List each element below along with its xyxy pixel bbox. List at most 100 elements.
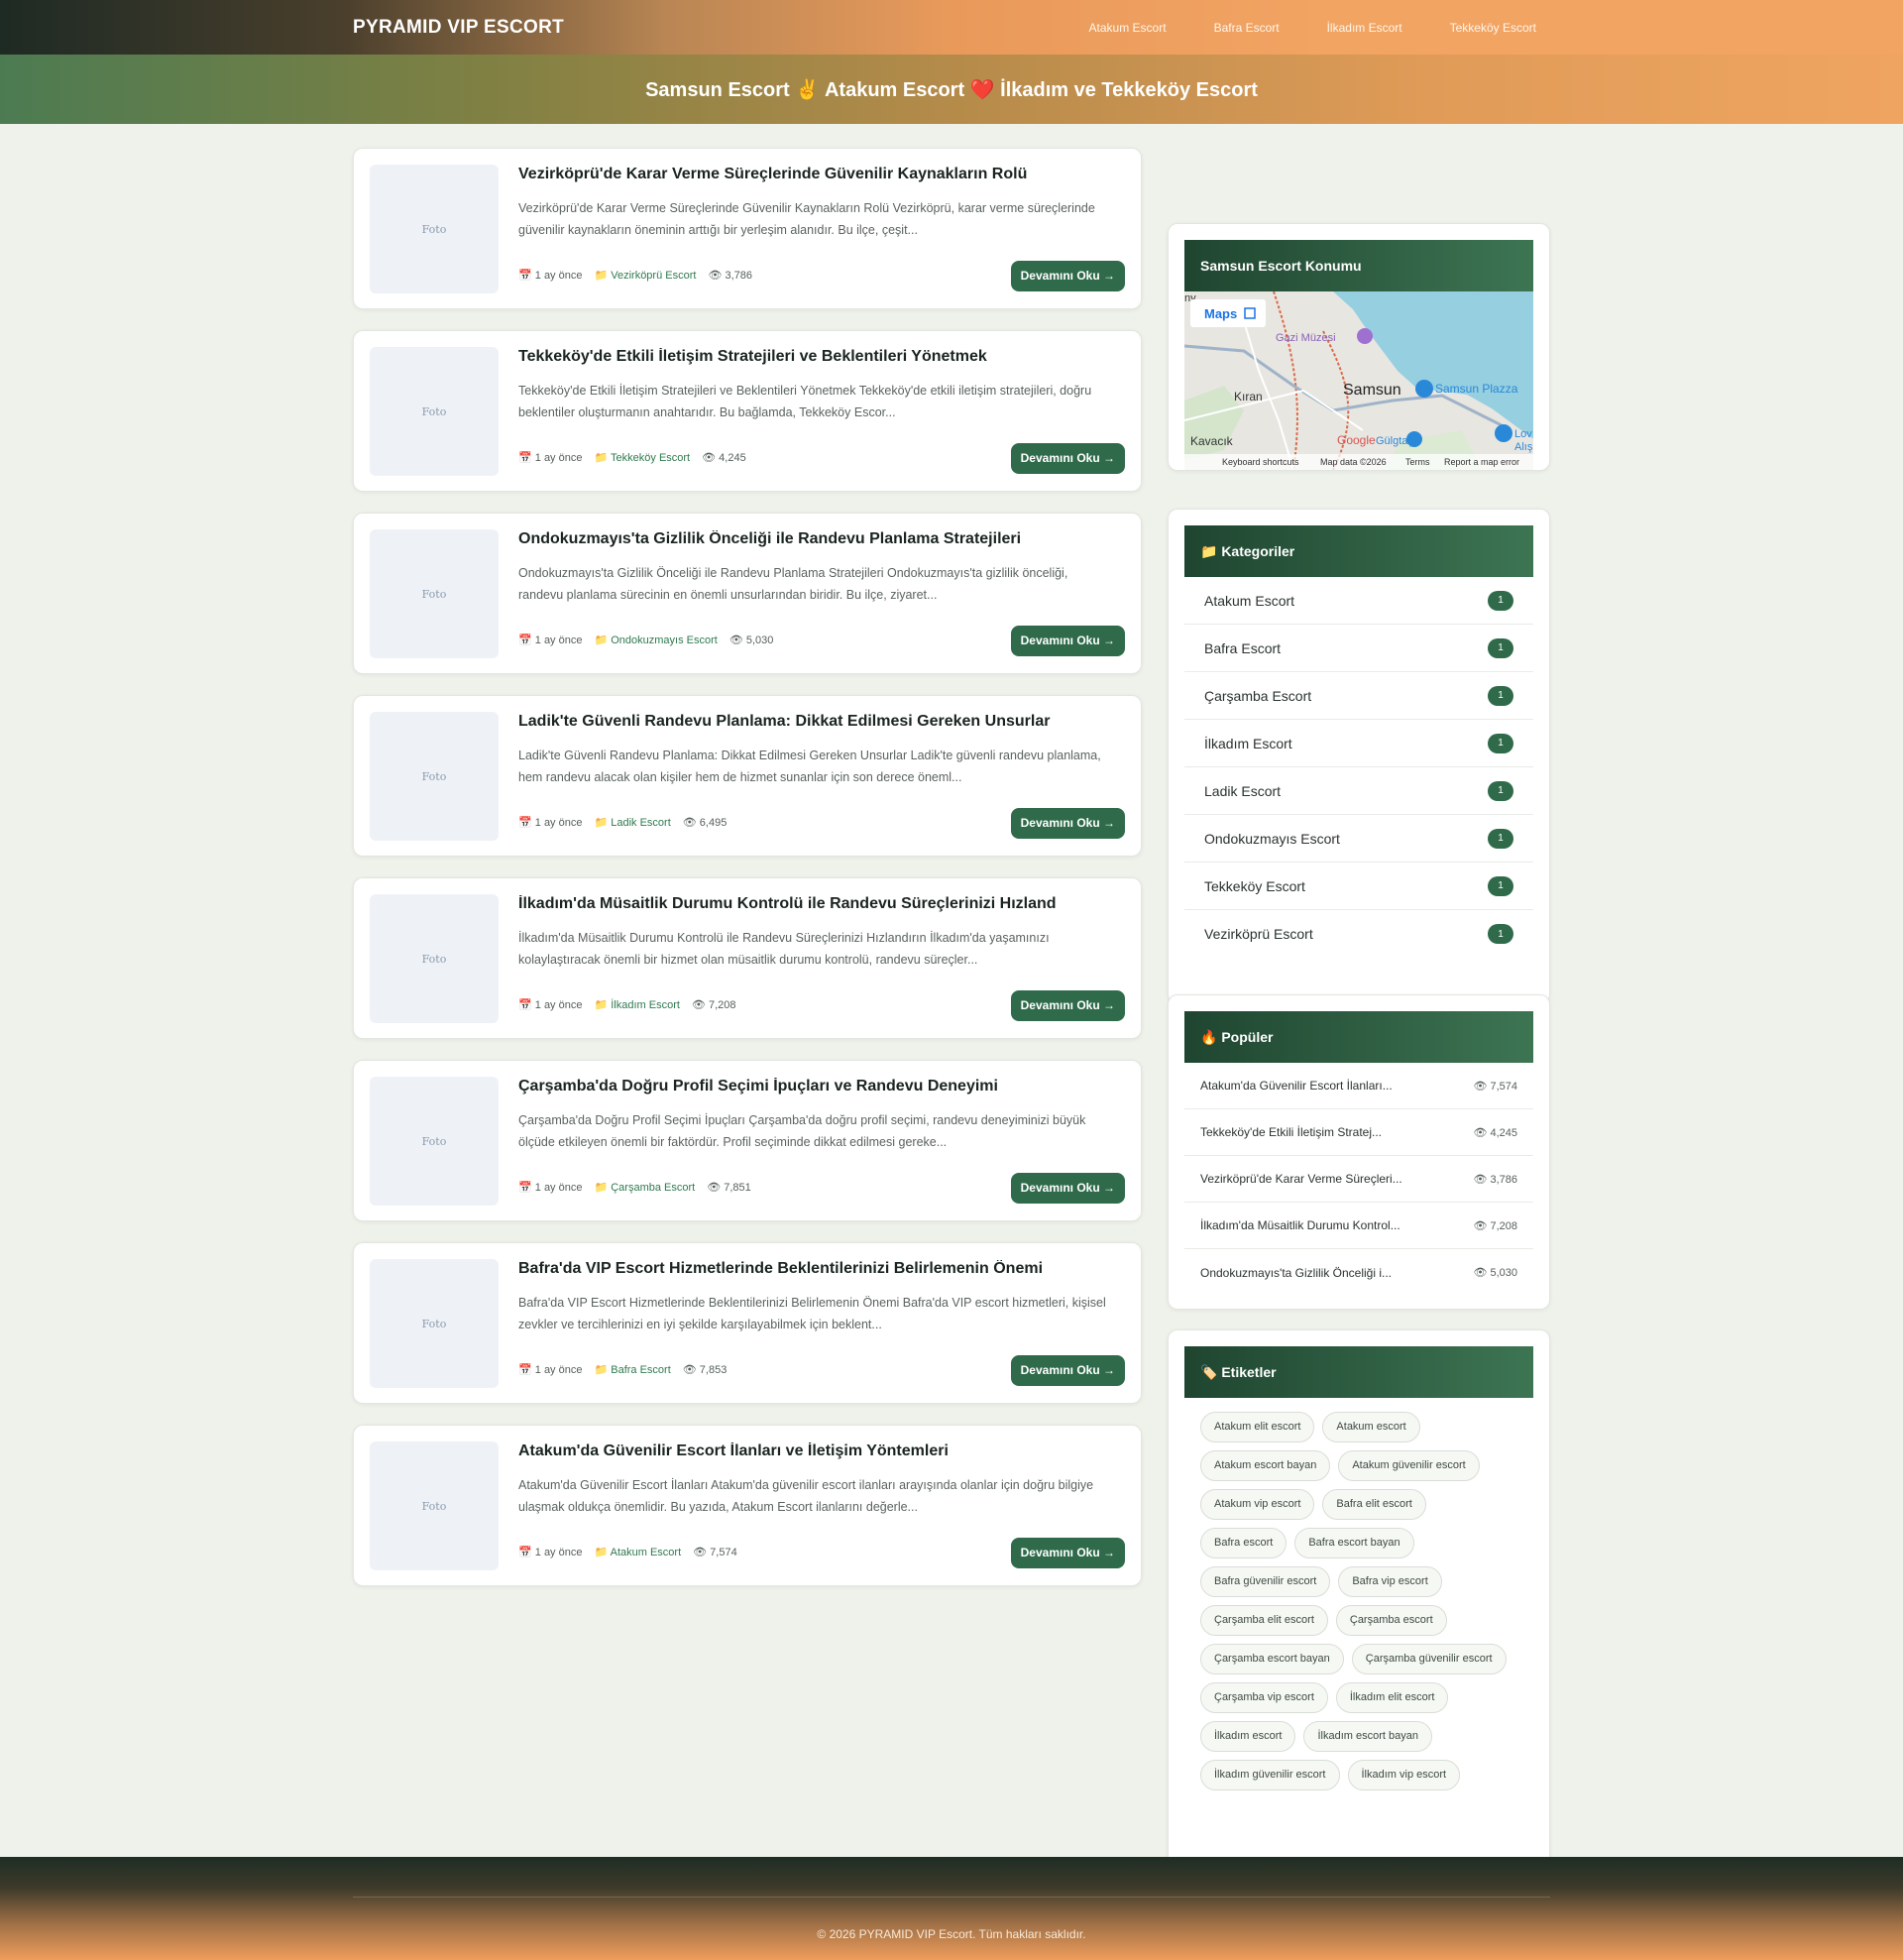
post-title[interactable]: İlkadım'da Müsaitlik Durumu Kontrolü ile… [518, 895, 1121, 913]
post-category-link[interactable]: Ladik Escort [611, 817, 671, 829]
post-title[interactable]: Atakum'da Güvenilir Escort İlanları ve İ… [518, 1442, 1121, 1460]
category-name[interactable]: Vezirköprü Escort [1204, 926, 1313, 942]
tag-link[interactable]: Atakum vip escort [1200, 1489, 1315, 1520]
category-item[interactable]: Atakum Escort 1 [1184, 577, 1533, 625]
post-title[interactable]: Bafra'da VIP Escort Hizmetlerinde Beklen… [518, 1260, 1121, 1278]
category-name[interactable]: Tekkeköy Escort [1204, 878, 1305, 894]
category-item[interactable]: Ladik Escort 1 [1184, 767, 1533, 815]
tag-link[interactable]: Bafra elit escort [1322, 1489, 1426, 1520]
category-item[interactable]: Vezirköprü Escort 1 [1184, 910, 1533, 958]
tag-link[interactable]: Çarşamba elit escort [1200, 1605, 1328, 1636]
category-name[interactable]: Ladik Escort [1204, 783, 1281, 799]
read-more-button[interactable]: Devamını Oku → [1010, 261, 1125, 291]
maps-button-label[interactable]: Maps [1204, 306, 1237, 321]
popular-item-title[interactable]: Atakum'da Güvenilir Escort İlanları... [1200, 1079, 1393, 1093]
post-title[interactable]: Çarşamba'da Doğru Profil Seçimi İpuçları… [518, 1078, 1121, 1095]
popular-item[interactable]: Vezirköprü'de Karar Verme Süreçleri... 👁… [1184, 1156, 1533, 1203]
post-thumbnail[interactable]: Foto [370, 529, 499, 658]
post-thumbnail[interactable]: Foto [370, 347, 499, 476]
category-item[interactable]: Bafra Escort 1 [1184, 625, 1533, 672]
category-item[interactable]: Çarşamba Escort 1 [1184, 672, 1533, 720]
tag-link[interactable]: Çarşamba escort bayan [1200, 1644, 1344, 1674]
map-embed[interactable]: Gazi Müzesi Kıran Samsun Samsun Plazza K… [1184, 291, 1533, 470]
post-category-link[interactable]: İlkadım Escort [611, 999, 680, 1011]
post-category[interactable]: 📁 Tekkeköy Escort [594, 451, 690, 464]
post-thumbnail[interactable]: Foto [370, 1259, 499, 1388]
post-date-text: 1 ay önce [534, 270, 583, 282]
tag-link[interactable]: Atakum güvenilir escort [1338, 1450, 1480, 1481]
tag-link[interactable]: Bafra güvenilir escort [1200, 1566, 1331, 1597]
popular-item-title[interactable]: Vezirköprü'de Karar Verme Süreçleri... [1200, 1172, 1402, 1186]
map-label-lov: Lov [1514, 428, 1532, 440]
post-thumbnail[interactable]: Foto [370, 712, 499, 841]
read-more-button[interactable]: Devamını Oku → [1010, 808, 1125, 839]
tag-link[interactable]: İlkadım elit escort [1335, 1682, 1449, 1713]
post-title[interactable]: Ladik'te Güvenli Randevu Planlama: Dikka… [518, 713, 1121, 731]
category-name[interactable]: Çarşamba Escort [1204, 688, 1311, 704]
popular-item[interactable]: İlkadım'da Müsaitlik Durumu Kontrol... 👁… [1184, 1203, 1533, 1249]
nav-link-atakum[interactable]: Atakum Escort [1089, 21, 1167, 35]
tag-link[interactable]: Çarşamba vip escort [1200, 1682, 1328, 1713]
tag-link[interactable]: İlkadım güvenilir escort [1200, 1760, 1340, 1790]
post-category-link[interactable]: Bafra Escort [611, 1364, 671, 1376]
post-category-link[interactable]: Ondokuzmayıs Escort [611, 634, 718, 646]
read-more-button[interactable]: Devamını Oku → [1010, 1538, 1125, 1568]
tag-link[interactable]: Çarşamba escort [1335, 1605, 1447, 1636]
read-more-button[interactable]: Devamını Oku → [1010, 1173, 1125, 1204]
tag-link[interactable]: İlkadım escort bayan [1303, 1721, 1432, 1752]
category-item[interactable]: Tekkeköy Escort 1 [1184, 863, 1533, 910]
tag-link[interactable]: Atakum escort bayan [1200, 1450, 1331, 1481]
post-category-link[interactable]: Atakum Escort [611, 1547, 682, 1558]
post-thumbnail[interactable]: Foto [370, 894, 499, 1023]
site-brand[interactable]: PYRAMID VIP ESCORT [353, 17, 564, 39]
map-keyboard-shortcuts[interactable]: Keyboard shortcuts [1222, 457, 1299, 467]
popular-item-title[interactable]: İlkadım'da Müsaitlik Durumu Kontrol... [1200, 1218, 1400, 1232]
category-name[interactable]: İlkadım Escort [1204, 736, 1292, 751]
tag-link[interactable]: İlkadım escort [1200, 1721, 1296, 1752]
read-more-button[interactable]: Devamını Oku → [1010, 626, 1125, 656]
map-canvas[interactable]: Gazi Müzesi Kıran Samsun Samsun Plazza K… [1184, 291, 1533, 470]
read-more-button[interactable]: Devamını Oku → [1010, 443, 1125, 474]
post-title[interactable]: Vezirköprü'de Karar Verme Süreçlerinde G… [518, 166, 1121, 183]
post-category[interactable]: 📁 Atakum Escort [594, 1546, 681, 1558]
popular-item[interactable]: Atakum'da Güvenilir Escort İlanları... 👁… [1184, 1063, 1533, 1109]
nav-link-ilkadim[interactable]: İlkadım Escort [1327, 21, 1402, 35]
nav-link-bafra[interactable]: Bafra Escort [1214, 21, 1280, 35]
post-title[interactable]: Tekkeköy'de Etkili İletişim Stratejileri… [518, 348, 1121, 366]
tag-link[interactable]: Bafra escort [1200, 1528, 1287, 1558]
read-more-button[interactable]: Devamını Oku → [1010, 1355, 1125, 1386]
post-category[interactable]: 📁 Çarşamba Escort [594, 1181, 695, 1194]
tag-link[interactable]: Bafra escort bayan [1294, 1528, 1414, 1558]
post-category-link[interactable]: Tekkeköy Escort [611, 452, 690, 464]
tag-link[interactable]: Atakum escort [1322, 1412, 1420, 1442]
popular-item-title[interactable]: Tekkeköy'de Etkili İletişim Strate​j... [1200, 1125, 1382, 1139]
tag-link[interactable]: Çarşamba güvenilir escort [1351, 1644, 1507, 1674]
nav-link-tekkekoy[interactable]: Tekkeköy Escort [1450, 21, 1536, 35]
category-name[interactable]: Ondokuzmayıs Escort [1204, 831, 1340, 847]
popular-item-title[interactable]: Ondokuzmayıs'ta Gizlilik Önceliği i... [1200, 1266, 1392, 1280]
popular-item[interactable]: Tekkeköy'de Etkili İletişim Strate​j... … [1184, 1109, 1533, 1156]
tag-link[interactable]: Bafra vip escort [1338, 1566, 1442, 1597]
post-category[interactable]: 📁 Ladik Escort [594, 816, 670, 829]
post-category[interactable]: 📁 Ondokuzmayıs Escort [594, 634, 717, 646]
post-thumbnail[interactable]: Foto [370, 1077, 499, 1206]
category-item[interactable]: Ondokuzmayıs Escort 1 [1184, 815, 1533, 863]
tag-link[interactable]: Atakum elit escort [1200, 1412, 1315, 1442]
tag-link[interactable]: İlkadım vip escort [1347, 1760, 1461, 1790]
read-more-button[interactable]: Devamını Oku → [1010, 990, 1125, 1021]
map-terms[interactable]: Terms [1405, 457, 1430, 467]
post-category[interactable]: 📁 İlkadım Escort [594, 998, 679, 1011]
post-category[interactable]: 📁 Bafra Escort [594, 1363, 670, 1376]
post-thumbnail[interactable]: Foto [370, 1441, 499, 1570]
category-name[interactable]: Bafra Escort [1204, 640, 1281, 656]
category-item[interactable]: İlkadım Escort 1 [1184, 720, 1533, 767]
category-name[interactable]: Atakum Escort [1204, 593, 1294, 609]
eye-icon: 👁 [1473, 1219, 1488, 1232]
post-thumbnail[interactable]: Foto [370, 165, 499, 293]
post-category-link[interactable]: Çarşamba Escort [611, 1182, 695, 1194]
post-category[interactable]: 📁 Vezirköprü Escort [594, 269, 696, 282]
post-category-link[interactable]: Vezirköprü Escort [611, 270, 696, 282]
map-report-error[interactable]: Report a map error [1444, 457, 1519, 467]
popular-item[interactable]: Ondokuzmayıs'ta Gizlilik Önceliği i... 👁… [1184, 1249, 1533, 1296]
post-title[interactable]: Ondokuzmayıs'ta Gizlilik Önceliği ile Ra… [518, 530, 1121, 548]
